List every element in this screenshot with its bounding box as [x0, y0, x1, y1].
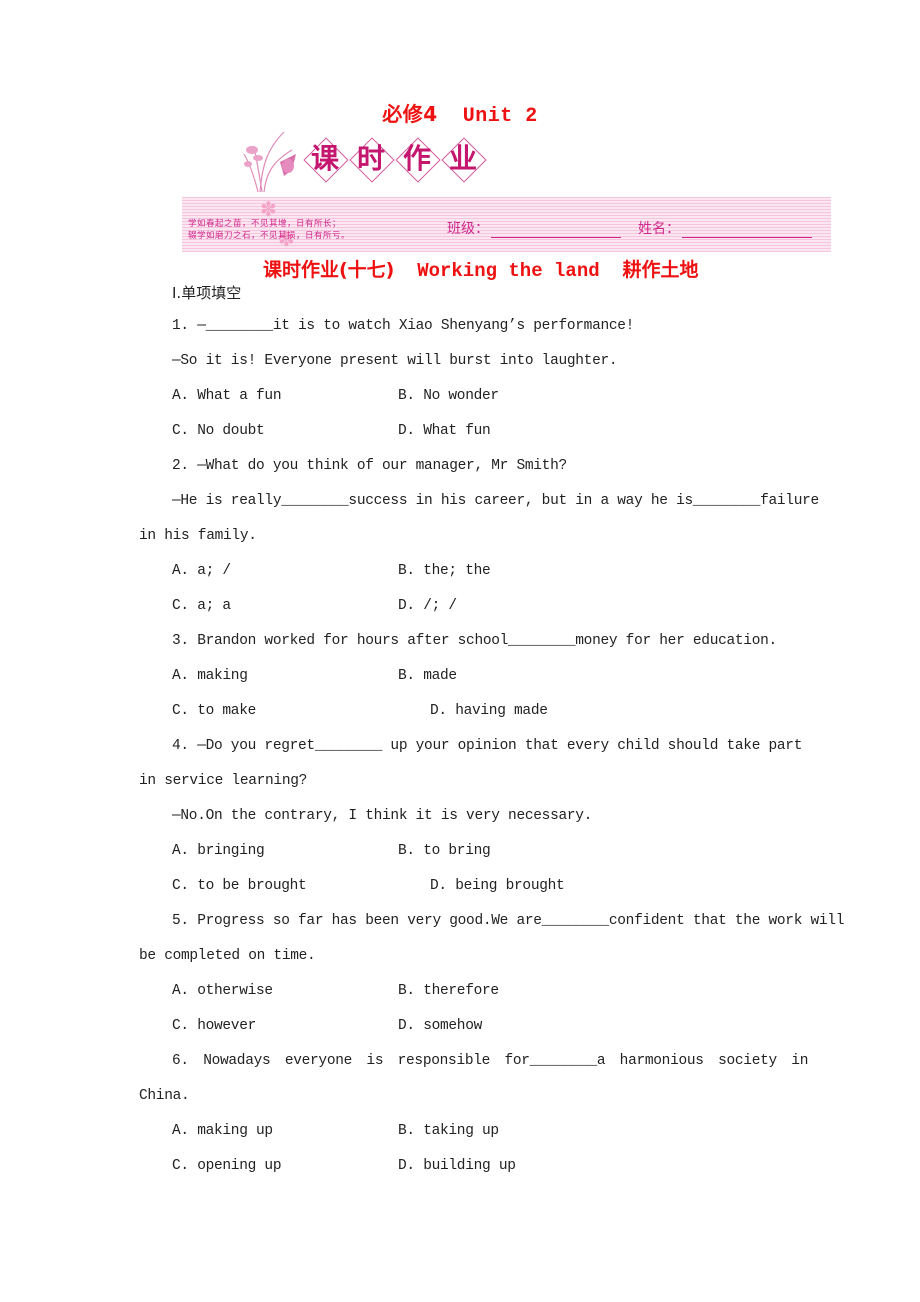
question-1-line: —So it is! Everyone present will burst i…	[172, 353, 618, 369]
question-3-line: 3. Brandon worked for hours after school…	[172, 633, 777, 649]
question-2-option-a[interactable]: A. a; /	[172, 563, 231, 579]
question-5-option-c[interactable]: C. however	[172, 1018, 256, 1034]
banner-title: 课 时 作 业	[302, 136, 487, 183]
name-label: 姓名：	[638, 221, 680, 237]
unit-title: 必修4 Unit 2	[0, 98, 920, 128]
class-input-line[interactable]	[491, 223, 621, 238]
question-6-option-c[interactable]: C. opening up	[172, 1158, 282, 1174]
unit-title-cn: 必修4	[382, 102, 438, 126]
question-1-option-a[interactable]: A. What a fun	[172, 388, 282, 404]
banner-char-box: 时	[348, 136, 395, 183]
question-3-option-d[interactable]: D. having made	[430, 703, 548, 719]
banner-strip: ✽ ✽ 学如春起之苗，不见其增，日有所长； 辍学如磨刀之石，不见其损，日有所亏。…	[182, 197, 831, 252]
question-2-line: in his family.	[139, 528, 257, 544]
question-4-option-c[interactable]: C. to be brought	[172, 878, 307, 894]
class-label: 班级：	[447, 221, 489, 237]
question-4-line: in service learning?	[139, 773, 308, 789]
question-4-option-d[interactable]: D. being brought	[430, 878, 565, 894]
banner-char-box: 作	[394, 136, 441, 183]
question-2-line: 2. —What do you think of our manager, Mr…	[172, 458, 567, 474]
question-2-option-b[interactable]: B. the; the	[398, 563, 491, 579]
unit-title-en: Unit 2	[462, 105, 538, 128]
question-3-option-a[interactable]: A. making	[172, 668, 248, 684]
question-5-option-a[interactable]: A. otherwise	[172, 983, 273, 999]
lesson-title-cn2: 耕作土地	[622, 259, 699, 281]
banner-char: 业	[448, 142, 477, 175]
question-2-option-d[interactable]: D. /; /	[398, 598, 457, 614]
question-6-line: China.	[139, 1088, 190, 1104]
question-4-option-a[interactable]: A. bringing	[172, 843, 265, 859]
banner-char-box: 业	[440, 136, 487, 183]
name-input-line[interactable]	[682, 223, 812, 238]
question-2-line: —He is really________success in his care…	[172, 493, 819, 509]
question-6-line: 6. Nowadays everyone is responsible for_…	[172, 1053, 809, 1069]
proverb-line: 学如春起之苗，不见其增，日有所长；	[188, 219, 342, 229]
question-5-line: be completed on time.	[139, 948, 316, 964]
question-3-option-b[interactable]: B. made	[398, 668, 457, 684]
lesson-title-cn: 课时作业(十七)	[263, 259, 395, 281]
lesson-title-en: Working the land	[417, 260, 600, 282]
orchid-flower-icon	[243, 131, 296, 193]
banner-char: 时	[356, 142, 385, 175]
question-4-line: 4. —Do you regret________ up your opinio…	[172, 738, 803, 754]
question-6-option-b[interactable]: B. taking up	[398, 1123, 499, 1139]
question-5-option-d[interactable]: D. somehow	[398, 1018, 482, 1034]
question-4-line: —No.On the contrary, I think it is very …	[172, 808, 593, 824]
question-1-option-c[interactable]: C. No doubt	[172, 423, 265, 439]
banner-logo: 课 时 作 业	[240, 128, 487, 194]
banner-char: 作	[402, 142, 431, 175]
name-field[interactable]: 姓名：	[638, 218, 812, 238]
question-2-option-c[interactable]: C. a; a	[172, 598, 231, 614]
question-6-option-d[interactable]: D. building up	[398, 1158, 516, 1174]
proverb: 学如春起之苗，不见其增，日有所长； 辍学如磨刀之石，不见其损，日有所亏。	[188, 218, 350, 242]
question-6-option-a[interactable]: A. making up	[172, 1123, 273, 1139]
question-3-option-c[interactable]: C. to make	[172, 703, 256, 719]
question-5-line: 5. Progress so far has been very good.We…	[172, 913, 845, 929]
banner-char: 课	[310, 142, 339, 175]
class-field[interactable]: 班级：	[447, 218, 621, 238]
question-4-option-b[interactable]: B. to bring	[398, 843, 491, 859]
lesson-title: 课时作业(十七) Working the land 耕作土地	[263, 255, 698, 282]
proverb-line: 辍学如磨刀之石，不见其损，日有所亏。	[188, 231, 351, 241]
question-1-option-b[interactable]: B. No wonder	[398, 388, 499, 404]
question-1-line: 1. —________it is to watch Xiao Shenyang…	[172, 318, 635, 334]
section-heading: Ⅰ.单项填空	[172, 284, 242, 302]
question-5-option-b[interactable]: B. therefore	[398, 983, 499, 999]
banner-char-box: 课	[302, 136, 349, 183]
question-1-option-d[interactable]: D. What fun	[398, 423, 491, 439]
